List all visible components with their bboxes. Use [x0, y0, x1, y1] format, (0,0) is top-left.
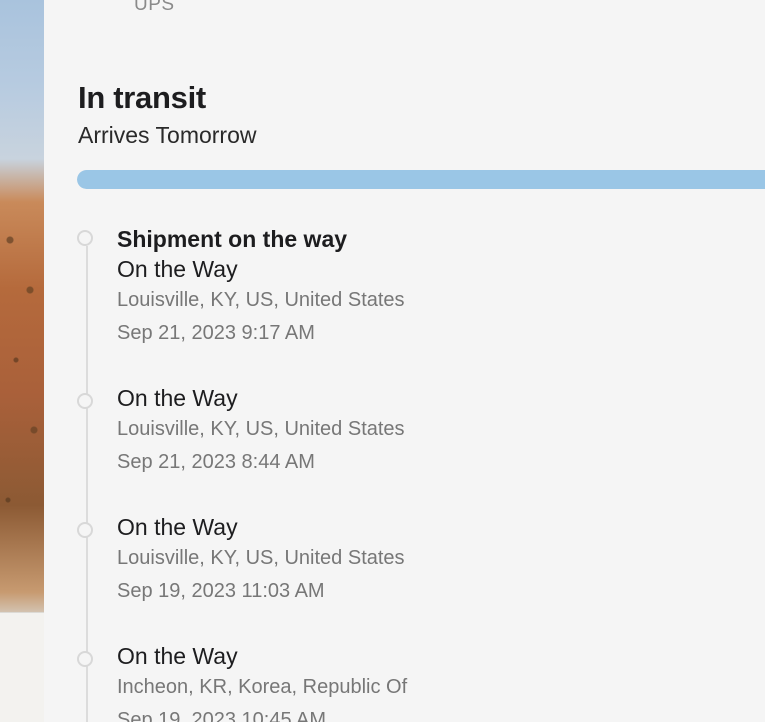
event-location: Louisville, KY, US, United States	[117, 547, 405, 569]
delivery-progress-bar	[77, 170, 765, 189]
event-location: Louisville, KY, US, United States	[117, 289, 405, 311]
arrival-estimate: Arrives Tomorrow	[78, 122, 257, 148]
tracking-event: On the Way Incheon, KR, Korea, Republic …	[77, 641, 408, 722]
event-status: On the Way	[117, 385, 238, 411]
shipment-detail-panel: UPS In transit Arrives Tomorrow Shipment…	[44, 0, 765, 722]
timeline-dot-icon	[77, 651, 93, 667]
event-location: Incheon, KR, Korea, Republic Of	[117, 676, 408, 698]
timeline-dot-icon	[77, 393, 93, 409]
tracking-event: On the Way Louisville, KY, US, United St…	[77, 383, 405, 479]
event-location: Louisville, KY, US, United States	[117, 418, 405, 440]
event-datetime: Sep 21, 2023 8:44 AM	[117, 451, 315, 473]
event-datetime: Sep 19, 2023 10:45 AM	[117, 709, 327, 722]
tracking-event: Shipment on the way On the Way Louisvill…	[77, 224, 405, 350]
shipment-status-title: In transit	[78, 80, 206, 115]
background-window	[0, 612, 44, 722]
event-datetime: Sep 21, 2023 9:17 AM	[117, 322, 315, 344]
event-status: On the Way	[117, 514, 238, 540]
event-datetime: Sep 19, 2023 11:03 AM	[117, 580, 325, 602]
timeline-dot-icon	[77, 522, 93, 538]
screen: UPS In transit Arrives Tomorrow Shipment…	[0, 0, 765, 722]
tracking-event: On the Way Louisville, KY, US, United St…	[77, 512, 405, 608]
event-status: On the Way	[117, 256, 238, 282]
carrier-name: UPS	[134, 0, 175, 15]
delivery-progress-fill	[77, 170, 765, 189]
event-heading: Shipment on the way	[117, 226, 348, 252]
timeline-dot-icon	[77, 230, 93, 246]
event-status: On the Way	[117, 643, 238, 669]
